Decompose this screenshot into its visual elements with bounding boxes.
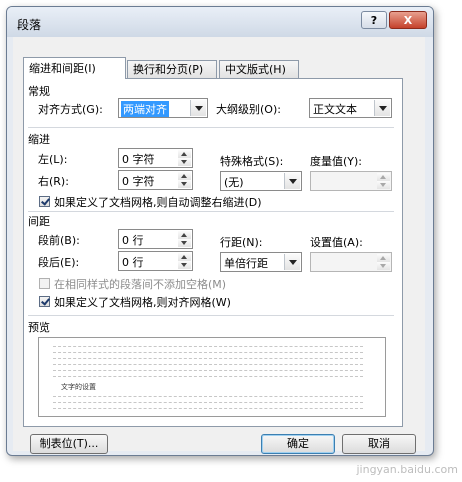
paragraph-dialog: 段落 ? X 缩进和间距(I) 换行和分页(P) 中文版式(H) 常规 对齐方式… <box>6 6 434 456</box>
auto-adjust-right-indent-checkbox[interactable] <box>39 196 50 207</box>
spin-down-icon[interactable] <box>178 158 191 166</box>
alignment-label: 对齐方式(G): <box>38 103 103 116</box>
special-format-select[interactable]: (无) <box>220 171 302 191</box>
left-indent-label: 左(L): <box>38 153 68 166</box>
space-after-label: 段后(E): <box>38 256 80 269</box>
ok-button[interactable]: 确定 <box>261 434 335 454</box>
spin-up-icon[interactable] <box>377 254 390 262</box>
preview-box: 文字的设置 <box>38 337 386 417</box>
spin-up-icon[interactable] <box>178 172 191 180</box>
chevron-down-icon[interactable] <box>374 100 390 116</box>
spin-up-icon[interactable] <box>377 173 390 181</box>
chevron-down-icon[interactable] <box>284 173 300 189</box>
right-indent-label: 右(R): <box>38 175 69 188</box>
tab-asian-typography[interactable]: 中文版式(H) <box>219 60 299 78</box>
cancel-button[interactable]: 取消 <box>342 434 416 454</box>
spin-up-icon[interactable] <box>178 150 191 158</box>
space-after-value: 0 行 <box>122 256 144 269</box>
spin-down-icon[interactable] <box>377 262 390 270</box>
title-bar: 段落 ? X <box>7 7 433 37</box>
indent-heading: 缩进 <box>28 133 50 146</box>
special-format-value: (无) <box>224 176 244 189</box>
general-heading: 常规 <box>28 85 50 98</box>
measure-label: 度量值(Y): <box>310 155 363 168</box>
preview-heading: 预览 <box>28 321 50 334</box>
spin-down-icon[interactable] <box>178 261 191 269</box>
chevron-down-icon[interactable] <box>284 254 300 270</box>
setting-value-spinner[interactable] <box>310 252 392 272</box>
outline-level-select[interactable]: 正文文本 <box>309 98 392 118</box>
line-spacing-label: 行距(N): <box>220 236 263 249</box>
divider <box>28 127 394 128</box>
right-indent-spinner[interactable]: 0 字符 <box>118 170 193 190</box>
line-spacing-value: 单倍行距 <box>224 257 268 270</box>
left-indent-spinner[interactable]: 0 字符 <box>118 148 193 168</box>
alignment-select[interactable]: 两端对齐 <box>118 98 208 118</box>
no-space-same-style-label: 在相同样式的段落间不添加空格(M) <box>54 278 227 291</box>
spin-down-icon[interactable] <box>178 239 191 247</box>
space-before-spinner[interactable]: 0 行 <box>118 229 193 249</box>
measure-spinner[interactable] <box>310 171 392 191</box>
help-button[interactable]: ? <box>361 11 387 29</box>
spin-up-icon[interactable] <box>178 231 191 239</box>
tab-indents-spacing[interactable]: 缩进和间距(I) <box>23 57 126 79</box>
tabs-button[interactable]: 制表位(T)... <box>30 434 108 454</box>
dialog-body: 缩进和间距(I) 换行和分页(P) 中文版式(H) 常规 对齐方式(G): 两端… <box>13 37 425 454</box>
alignment-value: 两端对齐 <box>121 101 169 117</box>
outline-level-value: 正文文本 <box>313 103 357 116</box>
line-spacing-select[interactable]: 单倍行距 <box>220 252 302 272</box>
outline-level-label: 大纲级别(O): <box>216 103 281 116</box>
dialog-title: 段落 <box>17 18 42 32</box>
watermark: jingyan.baidu.com <box>356 463 458 476</box>
special-format-label: 特殊格式(S): <box>220 155 284 168</box>
indents-spacing-panel: 常规 对齐方式(G): 两端对齐 大纲级别(O): 正文文本 缩进 左(L): … <box>23 78 403 427</box>
chevron-down-icon[interactable] <box>190 100 206 116</box>
spacing-heading: 间距 <box>28 215 50 228</box>
no-space-same-style-checkbox[interactable] <box>39 278 50 289</box>
space-before-label: 段前(B): <box>38 234 80 247</box>
close-button[interactable]: X <box>389 11 427 29</box>
snap-to-grid-checkbox[interactable] <box>39 296 50 307</box>
right-indent-value: 0 字符 <box>122 175 155 188</box>
preview-sample-text: 文字的设置 <box>61 383 96 391</box>
spin-down-icon[interactable] <box>178 180 191 188</box>
divider <box>28 315 394 316</box>
tab-line-page-breaks[interactable]: 换行和分页(P) <box>127 60 217 78</box>
space-after-spinner[interactable]: 0 行 <box>118 251 193 271</box>
spin-up-icon[interactable] <box>178 253 191 261</box>
snap-to-grid-label: 如果定义了文档网格,则对齐网格(W) <box>54 296 231 309</box>
auto-adjust-right-indent-label: 如果定义了文档网格,则自动调整右缩进(D) <box>54 196 262 209</box>
spin-down-icon[interactable] <box>377 181 390 189</box>
setting-value-label: 设置值(A): <box>310 236 363 249</box>
space-before-value: 0 行 <box>122 234 144 247</box>
divider <box>28 211 394 212</box>
left-indent-value: 0 字符 <box>122 153 155 166</box>
